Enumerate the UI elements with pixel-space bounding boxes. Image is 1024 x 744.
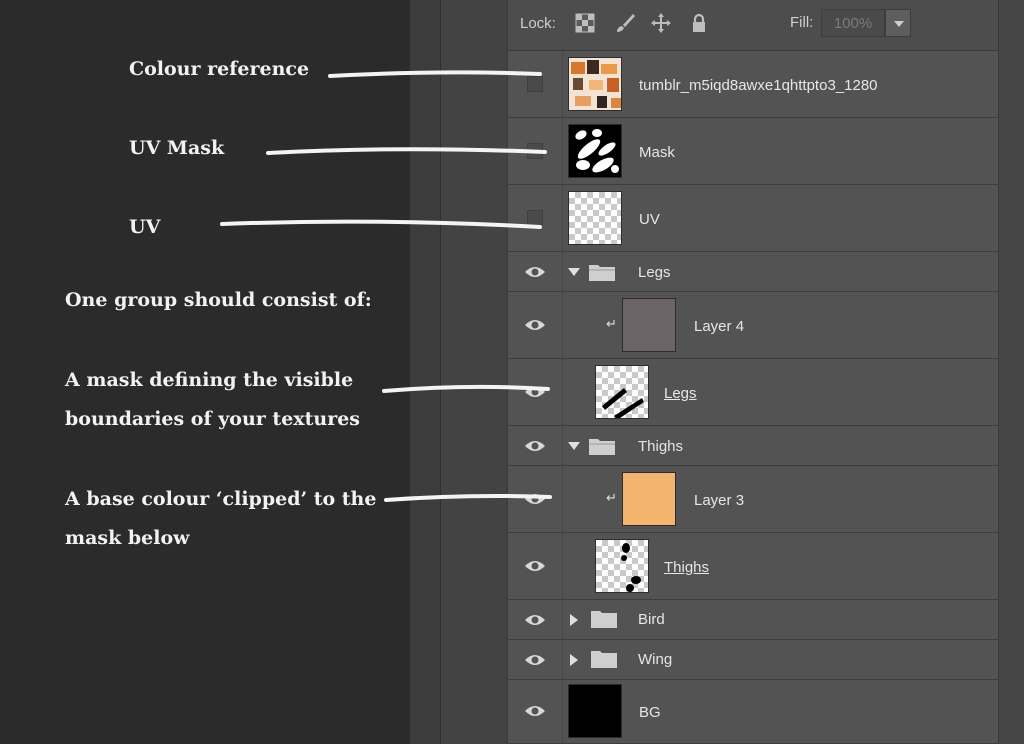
group-name[interactable]: Legs <box>638 264 671 281</box>
visibility-cell[interactable] <box>508 533 563 599</box>
group-collapsed-toggle[interactable] <box>570 614 578 626</box>
layer-thumbnail <box>622 472 676 526</box>
group-expand-toggle[interactable] <box>568 268 580 276</box>
layer-row-thighs-mask[interactable]: Thighs <box>508 533 998 600</box>
visibility-toggle[interactable] <box>527 210 543 226</box>
layer-row-bg[interactable]: BG <box>508 680 998 744</box>
group-name[interactable]: Bird <box>638 611 665 628</box>
layer-thumbnail <box>595 539 649 593</box>
group-collapsed-toggle[interactable] <box>570 654 578 666</box>
eye-icon[interactable] <box>524 559 546 573</box>
layer-row-thighs-group[interactable]: Thighs <box>508 426 998 466</box>
layer-name[interactable]: Thighs <box>664 559 709 576</box>
layer-row-bird-group[interactable]: Bird <box>508 600 998 640</box>
folder-open-icon <box>589 439 615 455</box>
layer-thumbnail <box>622 298 676 352</box>
folder-icon <box>591 611 617 628</box>
note-group-heading: One group should consist of: <box>65 289 372 311</box>
layer-row-colour-reference[interactable]: tumblr_m5iqd8awxe1qhttpto3_1280 <box>508 51 998 118</box>
lock-all-icon[interactable] <box>688 12 710 34</box>
lock-image-pixels-icon[interactable] <box>614 12 636 34</box>
eye-icon[interactable] <box>524 439 546 453</box>
visibility-cell[interactable] <box>508 185 563 251</box>
layer-row-wing-group[interactable]: Wing <box>508 640 998 680</box>
clipping-arrow-icon: ↵ <box>606 490 617 505</box>
visibility-cell[interactable] <box>508 292 563 358</box>
note-colour-reference: Colour reference <box>129 58 310 80</box>
layers-panel: Lock: Fill: 100% tumblr_m5iqd8awxe1qhttp… <box>507 0 1024 744</box>
visibility-cell[interactable] <box>508 640 563 679</box>
visibility-toggle[interactable] <box>527 76 543 92</box>
eye-icon[interactable] <box>524 653 546 667</box>
eye-icon[interactable] <box>524 265 546 279</box>
visibility-toggle[interactable] <box>527 143 543 159</box>
layer-name[interactable]: BG <box>639 704 661 721</box>
group-name[interactable]: Thighs <box>638 438 683 455</box>
layer-row-legs-mask[interactable]: Legs <box>508 359 998 426</box>
lock-label: Lock: <box>520 15 556 32</box>
note-uv: UV <box>129 216 161 238</box>
clipping-arrow-icon: ↵ <box>606 316 617 331</box>
layer-thumbnail <box>595 365 649 419</box>
lock-position-icon[interactable] <box>650 12 672 34</box>
note-uv-mask: UV Mask <box>129 137 225 159</box>
layer-row-uv[interactable]: UV <box>508 185 998 252</box>
layer-row-legs-group[interactable]: Legs <box>508 252 998 292</box>
eye-icon[interactable] <box>524 613 546 627</box>
layer-name[interactable]: Layer 3 <box>694 492 744 509</box>
group-name[interactable]: Wing <box>638 651 672 668</box>
visibility-cell[interactable] <box>508 51 563 117</box>
fill-label: Fill: <box>790 14 814 31</box>
note-base-line1: A base colour ‘clipped’ to the <box>65 488 377 510</box>
layer-name[interactable]: Layer 4 <box>694 318 744 335</box>
visibility-cell[interactable] <box>508 466 563 532</box>
visibility-cell[interactable] <box>508 359 563 425</box>
folder-icon <box>591 651 617 668</box>
visibility-cell[interactable] <box>508 426 563 465</box>
lock-toolbar: Lock: Fill: 100% <box>508 0 998 51</box>
layer-thumbnail <box>568 124 622 178</box>
layer-thumbnail <box>568 57 622 111</box>
panel-column <box>441 0 507 744</box>
layer-row-layer-3[interactable]: ↵ Layer 3 <box>508 466 998 533</box>
layer-name[interactable]: UV <box>639 211 660 228</box>
fill-input[interactable]: 100% <box>821 9 885 37</box>
visibility-cell[interactable] <box>508 118 563 184</box>
folder-open-icon <box>589 265 615 281</box>
visibility-cell[interactable] <box>508 680 563 743</box>
fill-dropdown-button[interactable] <box>885 9 911 37</box>
note-base-line2: mask below <box>65 527 190 549</box>
annotation-area: Colour reference UV Mask UV One group sh… <box>0 0 410 744</box>
colour-photo-thumbnail <box>569 58 621 110</box>
note-mask-line2: boundaries of your textures <box>65 408 361 430</box>
group-expand-toggle[interactable] <box>568 442 580 450</box>
lock-transparent-pixels-icon[interactable] <box>574 12 596 34</box>
layer-name[interactable]: Legs <box>664 385 697 402</box>
visibility-cell[interactable] <box>508 600 563 639</box>
panel-gutter <box>410 0 440 744</box>
layer-thumbnail <box>568 684 622 738</box>
note-mask-line1: A mask defining the visible <box>65 369 354 391</box>
layer-name[interactable]: Mask <box>639 144 675 161</box>
eye-icon[interactable] <box>524 318 546 332</box>
eye-icon[interactable] <box>524 385 546 399</box>
mask-thumbnail <box>569 125 621 177</box>
layer-row-mask[interactable]: Mask <box>508 118 998 185</box>
panel-scrollbar[interactable] <box>998 0 1024 744</box>
layer-row-layer-4[interactable]: ↵ Layer 4 <box>508 292 998 359</box>
layer-thumbnail <box>568 191 622 245</box>
eye-icon[interactable] <box>524 492 546 506</box>
legs-mask-thumbnail <box>602 388 644 418</box>
layer-name[interactable]: tumblr_m5iqd8awxe1qhttpto3_1280 <box>639 77 878 94</box>
eye-icon[interactable] <box>524 704 546 718</box>
thighs-mask-thumbnail <box>621 543 641 592</box>
visibility-cell[interactable] <box>508 252 563 291</box>
